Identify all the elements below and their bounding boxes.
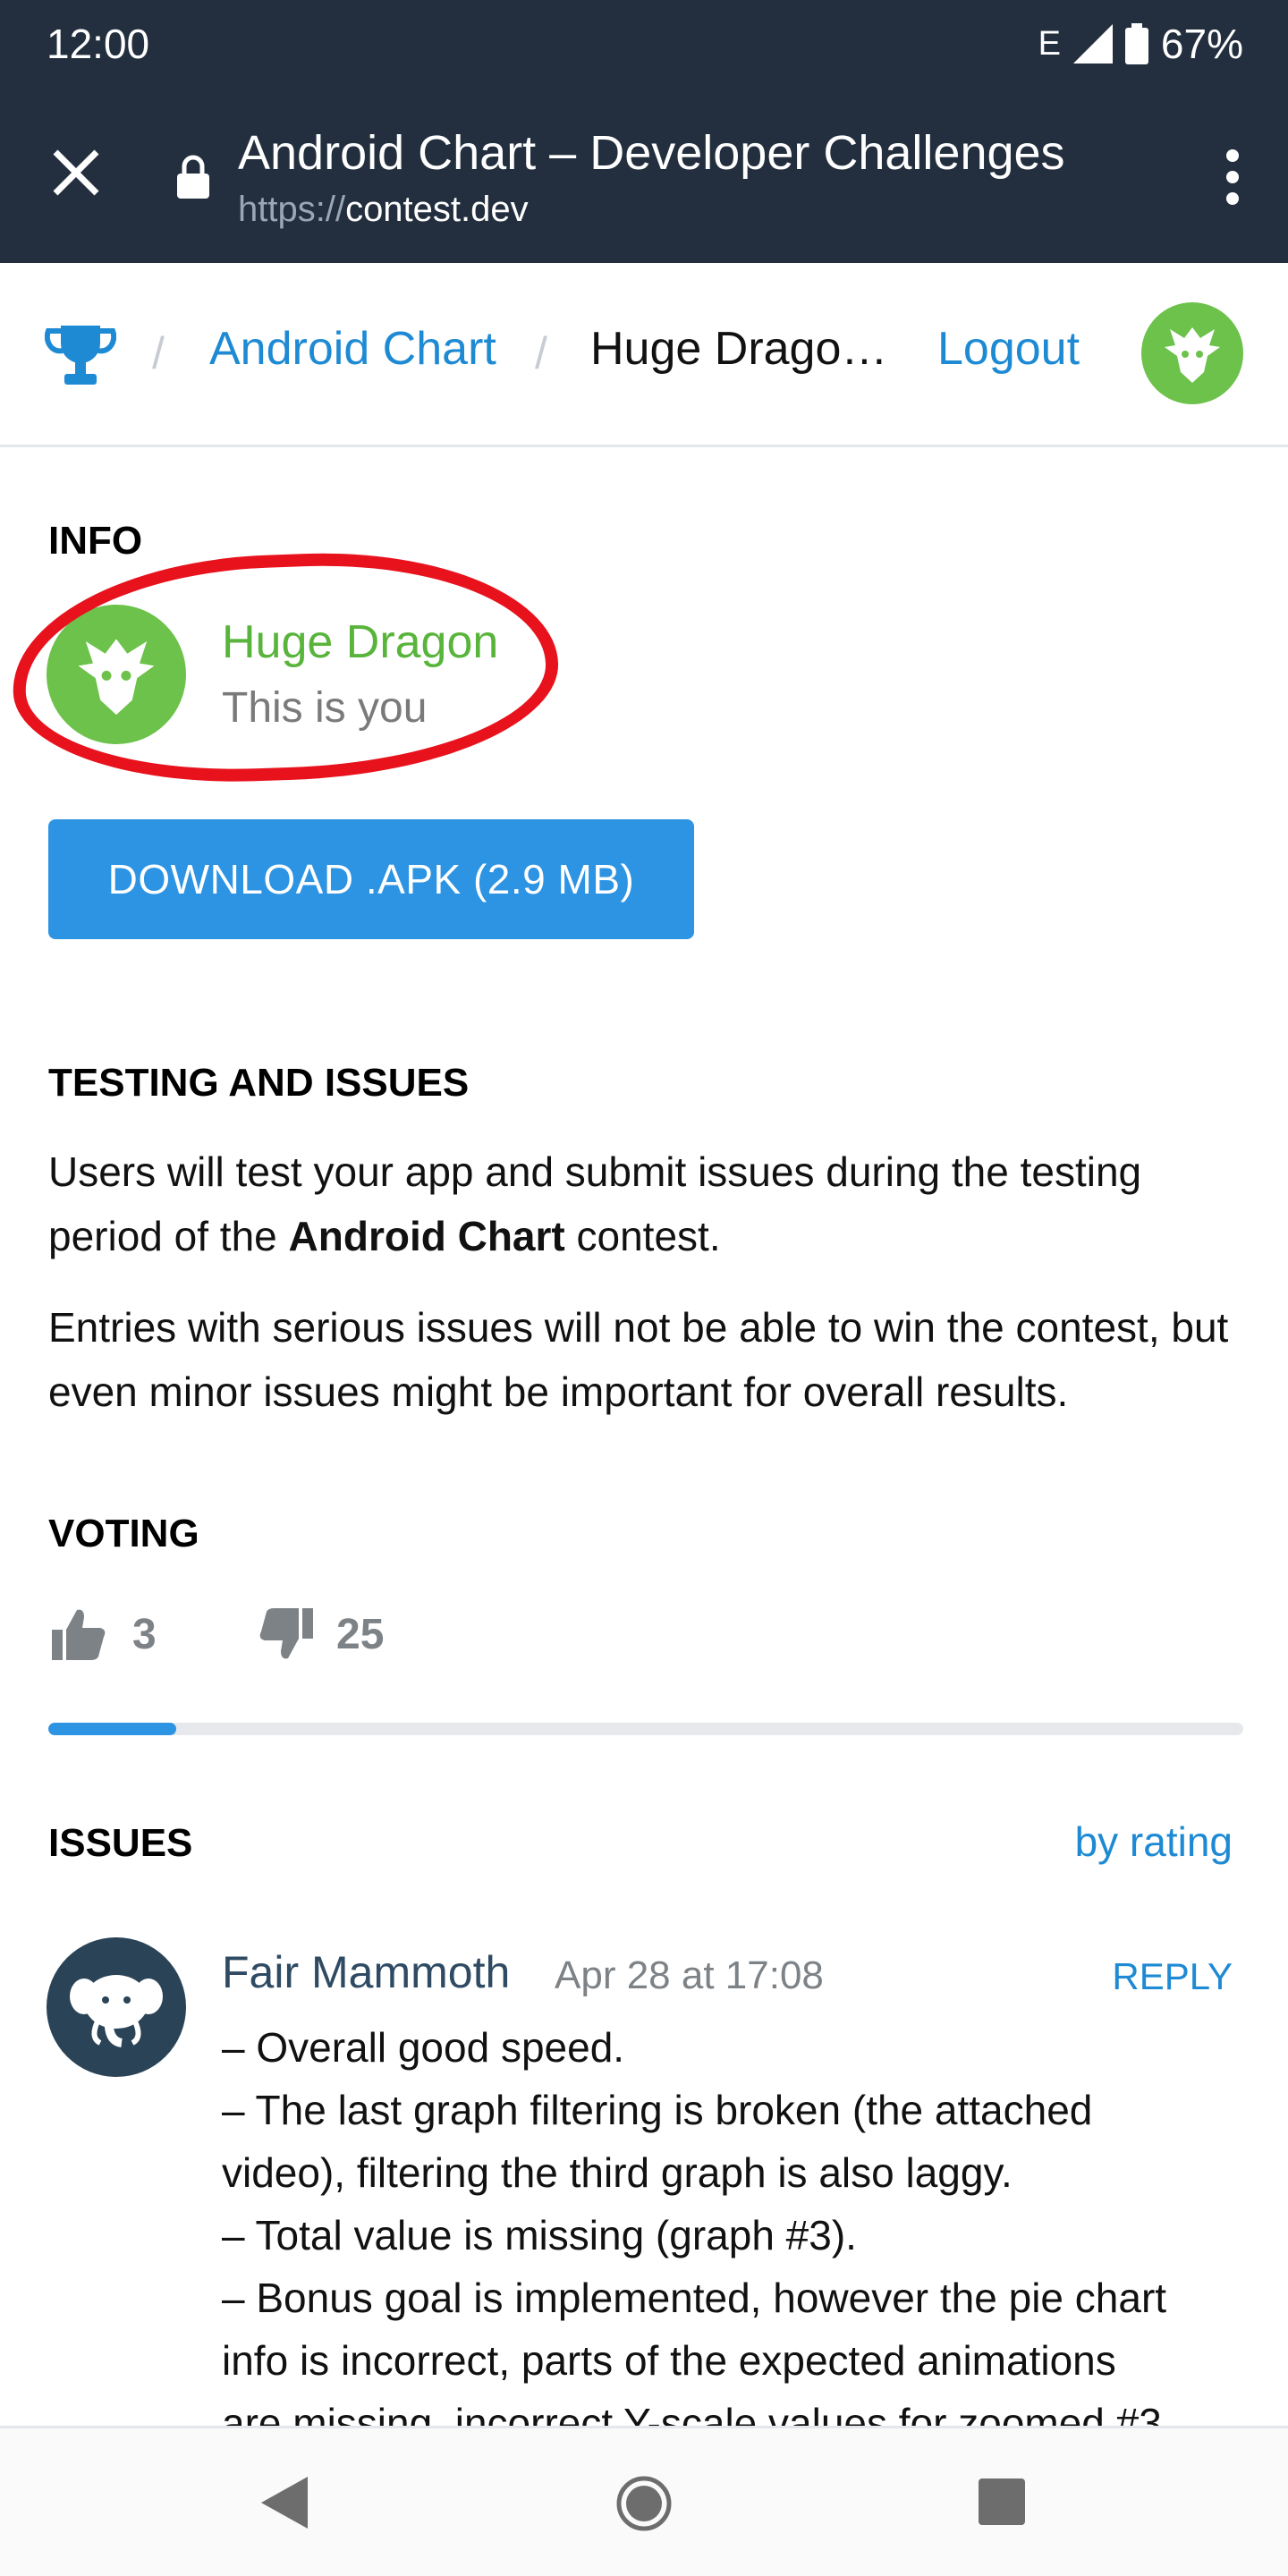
issue-author-name[interactable]: Fair Mammoth [222, 1946, 510, 1998]
thumbs-down-icon [259, 1608, 313, 1659]
site-header: / Android Chart / Huge Drago… Logout [0, 263, 1288, 447]
url-host: contest.dev [345, 190, 529, 229]
status-indicators: E 67% [1038, 20, 1243, 68]
red-highlight-annotation [8, 545, 563, 790]
network-type: E [1038, 24, 1061, 63]
sort-by-rating-link[interactable]: by rating [1075, 1818, 1233, 1866]
mammoth-avatar-icon [70, 1975, 163, 2047]
status-bar: 12:00 E 67% [0, 0, 1288, 89]
page-title: Android Chart – Developer Challenges [238, 126, 1065, 180]
vote-down-count: 25 [336, 1610, 385, 1658]
testing-paragraph-2: Entries with serious issues will not be … [48, 1304, 1229, 1415]
issue-body: – Overall good speed. – The last graph f… [222, 2016, 1250, 2454]
voting-section-title: VOTING [48, 1512, 199, 1555]
system-nav-bar [0, 2426, 1288, 2576]
more-vert-icon[interactable] [1224, 148, 1241, 206]
issue-line: video), filtering the third graph is als… [222, 2149, 1013, 2196]
issue-line: – Bonus goal is implemented, however the… [222, 2275, 1167, 2321]
page-url[interactable]: https://contest.dev [238, 190, 529, 230]
close-icon[interactable] [45, 141, 107, 204]
status-time: 12:00 [47, 21, 150, 67]
issue-author-avatar [47, 1937, 186, 2077]
breadcrumb-current: Huge Drago… [590, 323, 888, 375]
issue-line: – The last graph filtering is broken (th… [222, 2087, 1093, 2133]
thumbs-up-icon [52, 1609, 106, 1660]
issue-date: Apr 28 at 17:08 [555, 1953, 824, 1997]
trophy-icon[interactable] [45, 322, 116, 388]
vote-ratio-fill [48, 1723, 176, 1735]
vote-up-count: 3 [132, 1610, 157, 1658]
breadcrumb-separator: / [152, 328, 165, 378]
issue-line: – Overall good speed. [222, 2024, 625, 2071]
vote-down-button[interactable]: 25 [252, 1606, 384, 1662]
issues-section-title: ISSUES [48, 1821, 193, 1865]
p1-contest-name: Android Chart [288, 1213, 565, 1259]
back-icon[interactable] [258, 2475, 311, 2530]
vote-ratio-bar [48, 1723, 1243, 1735]
dragon-avatar-icon [1165, 327, 1220, 383]
browser-toolbar: Android Chart – Developer Challenges htt… [0, 89, 1288, 263]
breadcrumb-contest-link[interactable]: Android Chart [209, 322, 496, 376]
header-avatar[interactable] [1141, 302, 1243, 404]
reply-button[interactable]: REPLY [1112, 1955, 1233, 1998]
download-apk-button[interactable]: DOWNLOAD .APK (2.9 MB) [48, 819, 694, 939]
p1-suffix: contest. [564, 1213, 721, 1259]
issue-line: info is incorrect, parts of the expected… [222, 2337, 1116, 2384]
recents-icon[interactable] [979, 2479, 1025, 2525]
info-section-title: INFO [48, 519, 143, 563]
battery-percent: 67% [1160, 21, 1243, 67]
battery-icon [1124, 23, 1148, 64]
lock-icon [177, 155, 209, 199]
issue-line: – Total value is missing (graph #3). [222, 2212, 857, 2258]
testing-section-title: TESTING AND ISSUES [48, 1061, 470, 1105]
logout-link[interactable]: Logout [937, 322, 1080, 376]
vote-up-button[interactable]: 3 [48, 1606, 157, 1662]
breadcrumb-separator: / [535, 328, 547, 378]
signal-icon [1072, 24, 1113, 64]
testing-paragraph-1: Users will test your app and submit issu… [48, 1140, 1247, 1268]
home-icon[interactable] [615, 2475, 673, 2532]
url-scheme: https:// [238, 190, 346, 229]
